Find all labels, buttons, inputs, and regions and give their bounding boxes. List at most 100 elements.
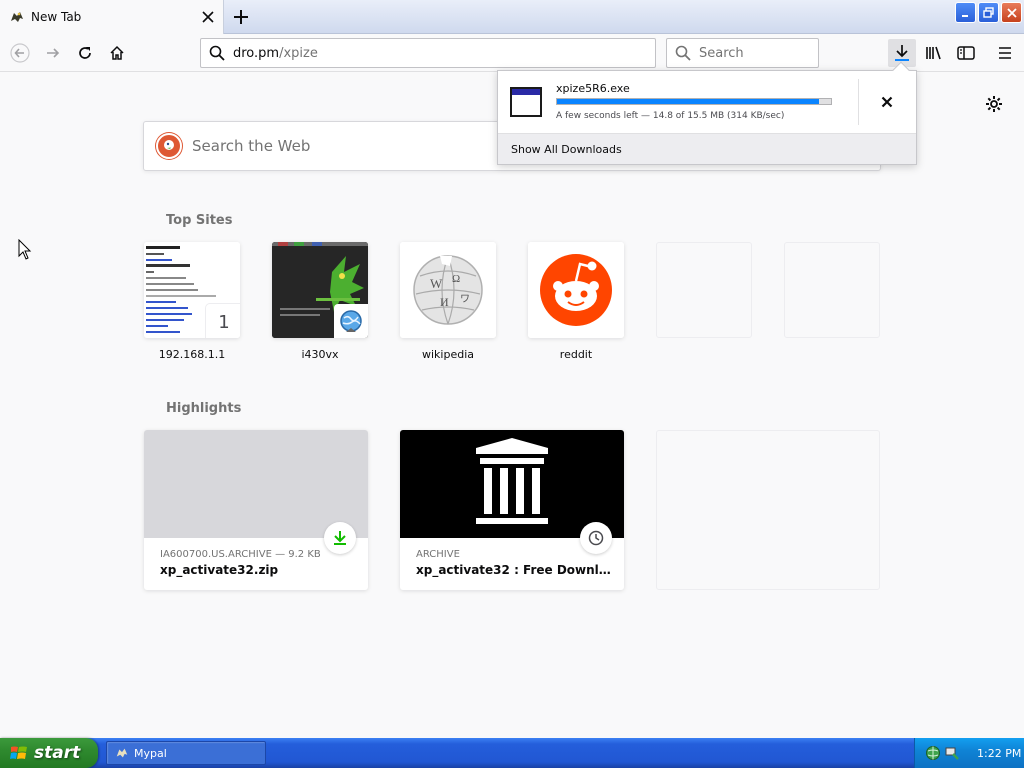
new-tab-button[interactable] [228,4,254,30]
close-window-button[interactable] [1001,2,1022,23]
windows-logo-icon [10,746,27,759]
download-progress-bar [556,98,832,105]
reddit-logo-icon [528,242,624,338]
close-tab-icon[interactable] [197,6,219,28]
mypal-favicon-icon [9,9,25,25]
url-host: dro.pm [233,45,280,61]
navigation-toolbar: dro.pm/xpize Search [0,34,1024,72]
top-site-tile [272,242,368,338]
top-site-label: 192.168.1.1 [158,348,226,361]
sidebar-icon [957,46,975,60]
top-site-placeholder [784,242,880,338]
top-site-placeholder [656,242,752,338]
top-site-badge-text: 1 [218,311,230,333]
top-sites-heading: Top Sites [166,213,233,228]
download-arrow-icon [895,45,909,61]
highlight-title: xp_activate32 : Free Download, ... [416,563,612,577]
mypal-favicon-icon [116,748,128,758]
start-button[interactable]: start [0,738,98,768]
reload-button[interactable] [71,40,99,66]
download-icon [324,522,356,554]
hamburger-menu-icon [999,47,1011,59]
highlight-card-zip[interactable]: IA600700.US.ARCHIVE — 9.2 KB xp_activate… [144,430,368,590]
plus-icon [234,10,248,24]
duckduckgo-logo-icon [156,133,182,159]
url-path: /xpize [279,45,318,61]
download-status: A few seconds left — 14.8 of 15.5 MB (31… [556,111,785,121]
windows-taskbar: start Mypal 1:22 PM [0,738,1024,768]
minimize-button[interactable] [955,2,976,23]
customize-button[interactable] [984,94,1004,114]
show-all-downloads-button[interactable]: Show All Downloads [498,133,916,164]
top-site-wikipedia[interactable]: W Ω И ワ wikipedia [400,242,496,361]
back-button[interactable] [6,40,34,66]
top-site-tile: 1 [144,242,240,338]
svg-text:ワ: ワ [460,294,470,305]
top-site-reddit[interactable]: reddit [528,242,624,361]
highlights-heading: Highlights [166,401,242,416]
library-icon [926,46,941,60]
search-placeholder: Search [699,45,744,61]
download-separator [858,79,859,125]
close-icon [1006,7,1017,18]
system-tray: 1:22 PM [914,738,1024,768]
wikipedia-globe-icon: W Ω И ワ [400,242,496,338]
search-bar[interactable]: Search [666,38,819,68]
taskbar-clock: 1:22 PM [977,746,1022,760]
web-search-placeholder: Search the Web [192,137,311,155]
svg-text:Ω: Ω [452,273,460,285]
minimize-icon [961,14,968,17]
highlight-placeholder [656,430,880,590]
top-site-tile [528,242,624,338]
mouse-cursor-icon [18,239,32,260]
reload-icon [79,47,91,59]
search-icon [675,45,691,61]
top-site-empty [656,242,752,338]
top-site-empty [784,242,880,338]
home-icon [110,45,124,60]
highlight-card-archive[interactable]: ARCHIVE xp_activate32 : Free Download, .… [400,430,624,590]
highlight-title: xp_activate32.zip [160,563,279,577]
cancel-download-button[interactable] [874,89,900,115]
restore-icon [983,7,994,18]
url-text: dro.pm/xpize [233,46,318,61]
library-button[interactable] [920,40,948,66]
taskbar-item-mypal[interactable]: Mypal [106,741,266,765]
tab-strip: New Tab [0,0,1024,34]
svg-text:И: И [440,295,449,309]
search-icon [209,45,225,61]
svg-text:W: W [430,276,443,291]
top-site-label: reddit [559,348,593,361]
start-label: start [34,743,81,763]
tab-title: New Tab [31,10,82,24]
top-site-router[interactable]: 1 192.168.1.1 [144,242,240,361]
executable-file-icon [510,87,542,117]
home-button[interactable] [103,40,131,66]
gear-icon [986,96,1002,112]
download-progress-fill [557,99,819,104]
forward-arrow-icon [47,48,60,58]
network-globe-icon[interactable] [925,745,941,761]
top-site-label: wikipedia [421,348,474,361]
taskbar-item-label: Mypal [134,746,167,760]
restore-button[interactable] [978,2,999,23]
url-bar[interactable]: dro.pm/xpize [200,38,656,68]
globe-favicon-icon [334,304,368,338]
top-site-badge: 1 [206,304,240,338]
top-site-i430vx[interactable]: i430vx [272,242,368,361]
top-site-label: i430vx [301,348,339,361]
clock-icon [580,522,612,554]
menu-button[interactable] [991,40,1019,66]
top-site-tile: W Ω И ワ [400,242,496,338]
safely-remove-icon[interactable] [944,745,960,761]
close-icon [881,96,893,108]
tab-new-tab[interactable]: New Tab [0,0,224,34]
window-controls [955,2,1022,23]
new-tab-page: Search the Web Top Sites 1 192.168.1.1 i… [0,72,1024,738]
sidebar-button[interactable] [952,40,980,66]
downloads-panel: xpize5R6.exe A few seconds left — 14.8 o… [497,61,917,165]
download-file-name: xpize5R6.exe [556,82,630,95]
download-item[interactable]: xpize5R6.exe A few seconds left — 14.8 o… [498,71,916,133]
forward-button[interactable] [39,40,67,66]
back-arrow-icon [10,43,30,63]
